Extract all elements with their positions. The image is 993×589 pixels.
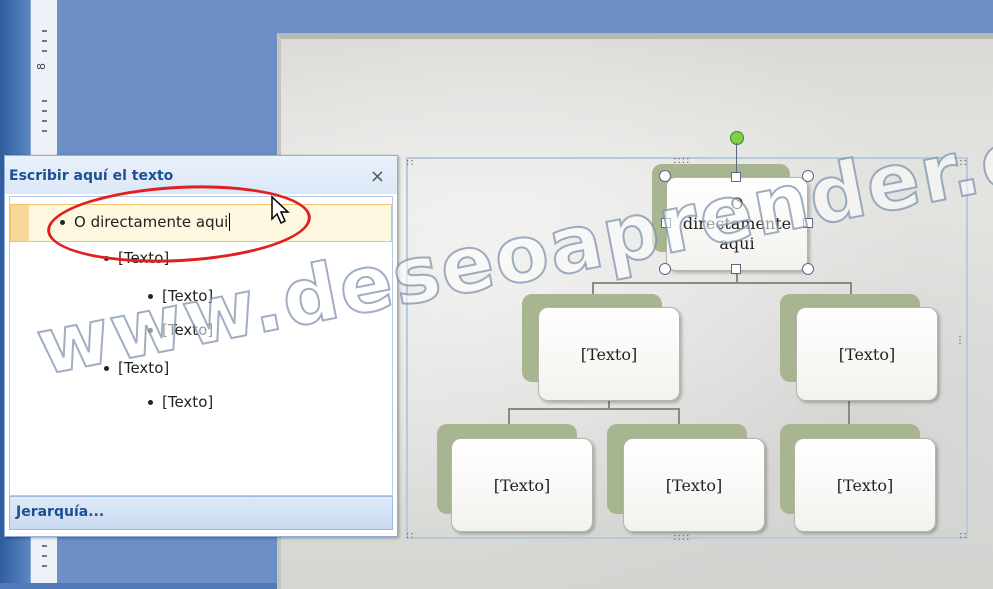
smartart-box-bottom-3[interactable]: [Texto] xyxy=(794,438,936,532)
frame-handle-right[interactable]: ⋮ xyxy=(955,335,966,346)
frame-handle-bl[interactable]: :: xyxy=(406,530,415,541)
smartart-box-mid-left-text: [Texto] xyxy=(580,344,638,364)
text-pane-title: Escribir aquí el texto xyxy=(9,168,174,184)
mouse-cursor-icon xyxy=(271,195,290,225)
rotate-handle[interactable] xyxy=(730,131,744,145)
smartart-box-bottom-3-text: [Texto] xyxy=(836,475,894,495)
frame-handle-tl[interactable]: :: xyxy=(406,157,415,168)
selection-handle-tr[interactable] xyxy=(802,170,814,182)
ruler-number: 8 xyxy=(35,63,48,70)
text-pane-footer[interactable]: Jerarquía... xyxy=(9,496,393,530)
layout-name-link[interactable]: Jerarquía... xyxy=(16,504,104,520)
selection-handle-br[interactable] xyxy=(802,263,814,275)
selection-handle-tl[interactable] xyxy=(659,170,671,182)
selection-handle-right[interactable] xyxy=(803,218,813,228)
selection-handle-bottom[interactable] xyxy=(731,264,741,274)
smartart-top-box[interactable]: O directamente aqui xyxy=(666,177,808,271)
frame-handle-br[interactable]: :: xyxy=(959,530,968,541)
smartart-box-bottom-2-text: [Texto] xyxy=(665,475,723,495)
list-item-text[interactable]: [Texto] xyxy=(162,321,213,339)
smartart-box-mid-right-text: [Texto] xyxy=(838,344,896,364)
selection-handle-left[interactable] xyxy=(661,218,671,228)
text-pane: Escribir aquí el texto × O directamente … xyxy=(4,155,398,537)
smartart-box-bottom-1[interactable]: [Texto] xyxy=(451,438,593,532)
list-item[interactable]: [Texto] xyxy=(104,359,169,377)
frame-handle-tr[interactable]: :: xyxy=(959,157,968,168)
smartart-box-bottom-1-text: [Texto] xyxy=(493,475,551,495)
smartart-box-mid-right[interactable]: [Texto] xyxy=(796,307,938,401)
list-item-text[interactable]: [Texto] xyxy=(118,359,169,377)
smartart-box-mid-left[interactable]: [Texto] xyxy=(538,307,680,401)
frame-handle-bottom[interactable]: :::: xyxy=(673,532,690,543)
selection-handle-bl[interactable] xyxy=(659,263,671,275)
list-item[interactable]: [Texto] xyxy=(148,321,213,339)
list-item-text[interactable]: [Texto] xyxy=(162,393,213,411)
close-icon[interactable]: × xyxy=(370,166,385,187)
list-item-text[interactable]: [Texto] xyxy=(162,287,213,305)
smartart-top-box-text: O directamente aqui xyxy=(682,194,792,253)
list-item[interactable]: [Texto] xyxy=(148,393,213,411)
list-item[interactable]: [Texto] xyxy=(148,287,213,305)
selection-handle-top[interactable] xyxy=(731,172,741,182)
smartart-box-bottom-2[interactable]: [Texto] xyxy=(623,438,765,532)
row-marker xyxy=(11,205,29,241)
